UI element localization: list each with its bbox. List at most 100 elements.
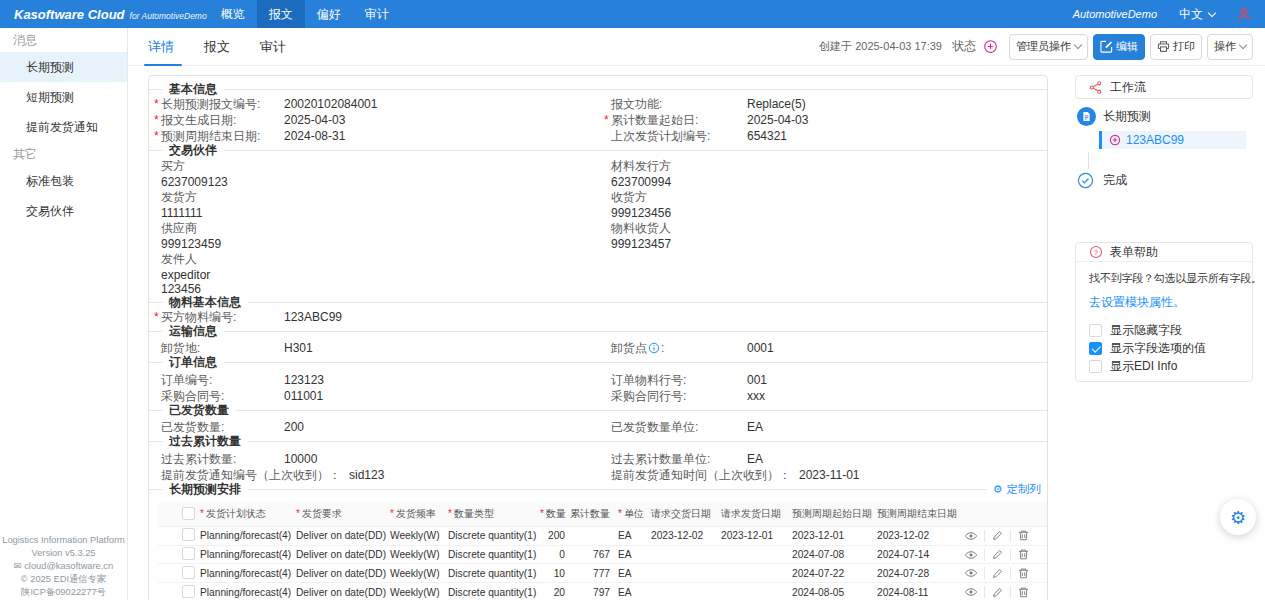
cell: 2024-07-14 bbox=[873, 549, 958, 560]
delete-icon[interactable] bbox=[1017, 548, 1030, 561]
checkbox[interactable] bbox=[182, 547, 195, 560]
cell: EA bbox=[614, 587, 647, 598]
cell: Discrete quantity(1) bbox=[444, 530, 540, 541]
form-help-hint: 找不到字段？勾选以显示所有字段。 bbox=[1089, 271, 1239, 286]
help-option-label: 显示EDI Info bbox=[1110, 358, 1177, 375]
sidebar-item[interactable]: 长期预测 bbox=[0, 52, 127, 82]
field-value: 2025-04-03 bbox=[284, 112, 611, 128]
sidebar-footer-line: 陕ICP备09022277号 bbox=[0, 586, 127, 599]
chevron-down-icon bbox=[1208, 8, 1216, 16]
section-line bbox=[248, 489, 987, 490]
required-asterisk: * bbox=[200, 508, 204, 519]
edit-icon[interactable] bbox=[991, 548, 1004, 561]
chevron-down-icon bbox=[1239, 41, 1247, 49]
help-option: 显示EDI Info bbox=[1089, 357, 1239, 375]
edit-button[interactable]: 编辑 bbox=[1093, 34, 1145, 60]
checkbox[interactable] bbox=[1089, 360, 1102, 373]
settings-fab[interactable]: ⚙ bbox=[1220, 499, 1256, 535]
delete-icon[interactable] bbox=[1017, 567, 1030, 580]
delete-icon[interactable] bbox=[1017, 586, 1030, 599]
plus-circle-icon bbox=[1109, 134, 1121, 146]
checkbox[interactable] bbox=[1089, 324, 1102, 337]
sidebar-item[interactable]: 标准包装 bbox=[0, 166, 127, 196]
field-value: 200 bbox=[284, 419, 611, 435]
status-icon[interactable] bbox=[983, 39, 998, 54]
nav-item-1[interactable]: 概览 bbox=[209, 0, 257, 28]
sidebar-footer-line: ✉ cloud@kasoftware.cn bbox=[0, 560, 127, 573]
nav-item-3[interactable]: 偏好 bbox=[305, 0, 353, 28]
row-checkbox-cell bbox=[158, 585, 196, 600]
workflow-substep-item[interactable]: 123ABC99 bbox=[1099, 131, 1246, 149]
cell: Discrete quantity(1) bbox=[444, 587, 540, 598]
nav-item-2[interactable]: 报文 bbox=[257, 0, 305, 28]
edit-icon[interactable] bbox=[991, 567, 1004, 580]
section-legend: 物料基本信息 bbox=[149, 296, 1047, 309]
workflow-step-longterm: 长期预测 bbox=[1077, 107, 1253, 126]
user-icon[interactable] bbox=[1237, 7, 1251, 21]
cell: Planning/forecast(4) bbox=[196, 549, 292, 560]
cell: Deliver on date(DD) bbox=[292, 530, 386, 541]
checkbox[interactable] bbox=[182, 507, 195, 520]
forecast-table: *发货计划状态*发货要求*发货频率*数量类型*数量累计数量*单位请求交货日期请求… bbox=[158, 502, 1047, 600]
delete-icon[interactable] bbox=[1017, 529, 1030, 542]
section-legend: 运输信息 bbox=[149, 325, 1047, 338]
top-navbar: Kasoftware Cloud for AutomotiveDemo 概览报文… bbox=[0, 0, 1265, 28]
view-icon[interactable] bbox=[964, 548, 978, 562]
customize-columns-button[interactable]: ⚙定制列 bbox=[993, 482, 1047, 497]
row-checkbox-cell bbox=[158, 547, 196, 562]
partner-group: 材料发行方623700994 bbox=[611, 159, 1035, 190]
detail-tabs: 详情报文审计 bbox=[148, 28, 316, 66]
partner-row: 发件人expeditor123456 bbox=[161, 252, 1035, 296]
tab-3[interactable]: 审计 bbox=[260, 28, 286, 66]
tab-2[interactable]: 报文 bbox=[204, 28, 230, 66]
partner-group: 物料收货人999123457 bbox=[611, 221, 1035, 252]
required-asterisk: * bbox=[390, 508, 394, 519]
admin-actions-button[interactable]: 管理员操作 bbox=[1009, 34, 1088, 60]
tab-1[interactable]: 详情 bbox=[148, 28, 174, 66]
svg-text:?: ? bbox=[1094, 248, 1099, 257]
info-icon[interactable] bbox=[648, 342, 660, 354]
column-header: *数量 bbox=[540, 507, 569, 521]
more-actions-button[interactable]: 操作 bbox=[1207, 34, 1253, 60]
divider bbox=[984, 586, 985, 598]
partner-value: 999123457 bbox=[611, 237, 1035, 253]
column-header: 请求交货日期 bbox=[647, 507, 717, 521]
partner-value: 6237009123 bbox=[161, 175, 611, 191]
view-icon[interactable] bbox=[964, 529, 978, 543]
field-label: *长期预测报文编号: bbox=[161, 96, 284, 112]
help-option: 显示隐藏字段 bbox=[1089, 321, 1239, 339]
sidebar: 消息长期预测短期预测提前发货通知其它标准包装交易伙伴 Logistics Inf… bbox=[0, 28, 128, 600]
cell: Planning/forecast(4) bbox=[196, 568, 292, 579]
field-label: *买方物料编号: bbox=[161, 309, 284, 325]
section-title: 运输信息 bbox=[169, 323, 217, 340]
field-row: 提前发货通知编号（上次收到）：sid123提前发货通知时间（上次收到）：2023… bbox=[161, 467, 1035, 483]
cell: Deliver on date(DD) bbox=[292, 549, 386, 560]
help-option-label: 显示字段选项的值 bbox=[1110, 340, 1206, 357]
sidebar-item[interactable]: 短期预测 bbox=[0, 82, 127, 112]
nav-item-4[interactable]: 审计 bbox=[353, 0, 401, 28]
sidebar-item[interactable]: 交易伙伴 bbox=[0, 196, 127, 226]
sidebar-item[interactable]: 提前发货通知 bbox=[0, 112, 127, 142]
edit-icon[interactable] bbox=[991, 586, 1004, 599]
language-selector[interactable]: 中文 bbox=[1179, 6, 1215, 23]
section-title: 订单信息 bbox=[169, 354, 217, 371]
section-line bbox=[236, 410, 1047, 411]
gear-icon: ⚙ bbox=[993, 483, 1003, 496]
checkbox[interactable] bbox=[182, 528, 195, 541]
view-icon[interactable] bbox=[964, 585, 978, 599]
checkbox[interactable] bbox=[182, 566, 195, 579]
sidebar-footer: Logistics Information PlatformVersion v5… bbox=[0, 534, 127, 599]
brand-subtitle: for AutomotiveDemo bbox=[130, 11, 207, 21]
field-value: 0001 bbox=[747, 340, 1035, 356]
section-rows: 已发货数量:200已发货数量单位:EA bbox=[161, 419, 1035, 435]
print-button[interactable]: 打印 bbox=[1150, 34, 1202, 60]
row-checkbox-cell bbox=[158, 566, 196, 581]
checkbox[interactable] bbox=[1089, 342, 1102, 355]
view-icon[interactable] bbox=[964, 566, 978, 580]
partner-value: 999123456 bbox=[611, 206, 1035, 222]
field-label: 过去累计数量单位: bbox=[611, 451, 747, 467]
module-settings-link[interactable]: 去设置模块属性。 bbox=[1089, 294, 1239, 311]
edit-icon[interactable] bbox=[991, 529, 1004, 542]
gear-icon: ⚙ bbox=[1230, 507, 1246, 528]
checkbox[interactable] bbox=[182, 585, 195, 598]
